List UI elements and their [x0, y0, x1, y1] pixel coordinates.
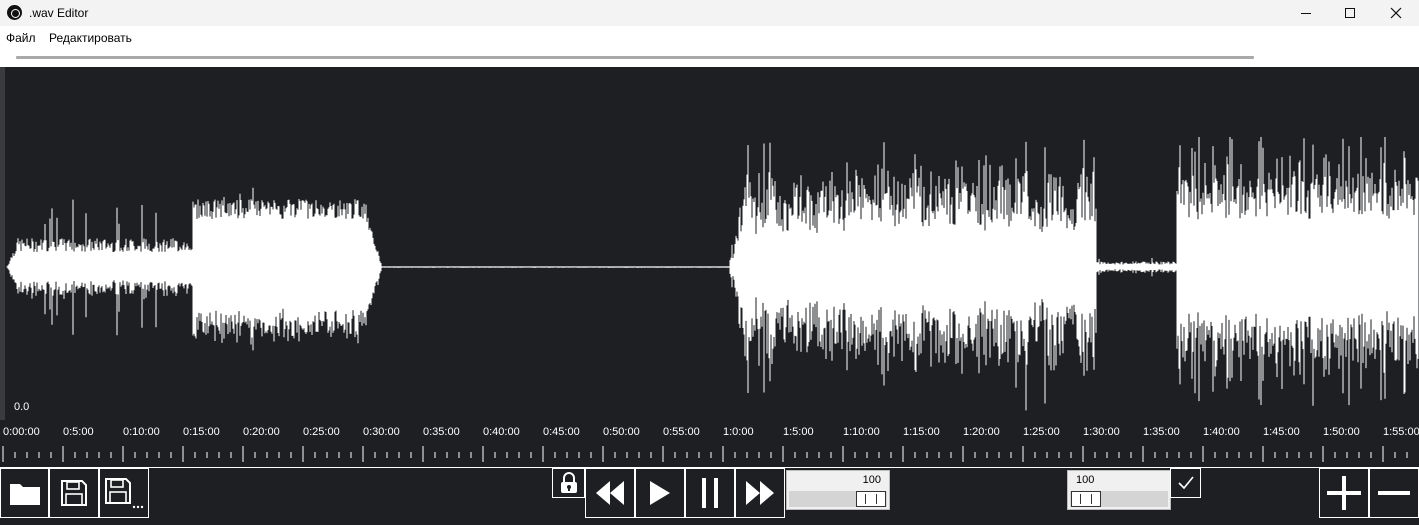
timeline-label: 1:30:00 — [1083, 426, 1120, 438]
timeline-label: 0:10:00 — [123, 426, 160, 438]
waveform-path — [6, 137, 1419, 411]
lock-icon — [560, 472, 577, 493]
lock-button[interactable] — [552, 468, 585, 498]
waveform[interactable] — [5, 67, 1419, 420]
timeline-label: 1:5:00 — [783, 426, 814, 438]
plus-icon — [1327, 476, 1361, 510]
menu-bar: Файл Редактировать — [0, 26, 1419, 48]
save-as-button[interactable] — [99, 468, 149, 518]
timeline-label: 0:45:00 — [543, 426, 580, 438]
ruler-ticks — [2, 446, 1408, 462]
music-disc-icon — [7, 5, 22, 20]
save-button[interactable] — [49, 468, 99, 518]
fast-forward-icon — [746, 481, 774, 505]
window-title: .wav Editor — [29, 6, 89, 20]
maximize-button[interactable] — [1327, 0, 1373, 26]
timeline-label: 0:15:00 — [183, 426, 220, 438]
close-icon — [1390, 7, 1402, 19]
timeline-label: 0:25:00 — [303, 426, 340, 438]
rewind-button[interactable] — [585, 468, 635, 518]
timeline-label: 1:55:00 — [1383, 426, 1419, 438]
menu-edit[interactable]: Редактировать — [49, 31, 132, 45]
title-bar: .wav Editor — [0, 0, 1419, 26]
timeline-label: 0:50:00 — [603, 426, 640, 438]
timeline-label: 0:35:00 — [423, 426, 460, 438]
timeline-label: 0:30:00 — [363, 426, 400, 438]
maximize-icon — [1345, 8, 1355, 18]
timeline-label: 1:50:00 — [1323, 426, 1360, 438]
timeline-label: 1:0:00 — [723, 426, 754, 438]
timeline-label: 1:35:00 — [1143, 426, 1180, 438]
volume-value: 100 — [862, 474, 881, 486]
minus-icon — [1378, 491, 1410, 495]
menu-file[interactable]: Файл — [6, 31, 36, 45]
timeline-label: 0:55:00 — [663, 426, 700, 438]
timeline-label: 1:20:00 — [963, 426, 1000, 438]
timeline-label: 0:00:00 — [3, 426, 40, 438]
close-button[interactable] — [1373, 0, 1419, 26]
fast-forward-button[interactable] — [735, 468, 785, 518]
volume-thumb[interactable] — [856, 491, 886, 507]
playback-progress[interactable] — [0, 48, 1419, 67]
waveform-view[interactable]: 0.0 — [0, 67, 1419, 420]
folder-icon — [9, 484, 40, 505]
play-icon — [650, 481, 670, 505]
timeline-ruler[interactable]: 0:00:00 0:5:00 0:10:00 0:15:00 0:20:00 0:25:0… — [0, 420, 1419, 468]
timeline-label: 1:25:00 — [1023, 426, 1060, 438]
timeline-label: 0:5:00 — [63, 426, 94, 438]
play-button[interactable] — [635, 468, 685, 518]
minimize-button[interactable] — [1283, 0, 1329, 26]
apply-button[interactable] — [1170, 468, 1201, 498]
zero-level-label: 0.0 — [14, 401, 30, 413]
timeline-label: 1:45:00 — [1263, 426, 1300, 438]
timeline-label: 1:15:00 — [903, 426, 940, 438]
speed-slider[interactable]: 100 — [1067, 470, 1171, 510]
speed-thumb[interactable] — [1071, 491, 1101, 507]
pause-icon — [702, 478, 718, 508]
zoom-out-button[interactable] — [1369, 468, 1419, 518]
bottom-toolbar: 100 100 — [0, 467, 1419, 525]
timeline-label: 0:20:00 — [243, 426, 280, 438]
zoom-in-button[interactable] — [1319, 468, 1369, 518]
timeline-label: 1:10:00 — [843, 426, 880, 438]
speed-value: 100 — [1076, 474, 1095, 486]
minimize-icon — [1301, 12, 1311, 14]
floppy-disk-icon — [61, 480, 87, 506]
open-file-button[interactable] — [0, 468, 49, 518]
timeline-label: 0:40:00 — [483, 426, 520, 438]
pause-button[interactable] — [685, 468, 735, 518]
progress-track[interactable] — [16, 56, 1254, 59]
volume-slider[interactable]: 100 — [786, 470, 890, 510]
timeline-label: 1:40:00 — [1203, 426, 1240, 438]
floppy-disk-ellipsis-icon — [105, 478, 144, 509]
checkmark-icon — [1177, 476, 1194, 490]
rewind-icon — [596, 481, 624, 505]
